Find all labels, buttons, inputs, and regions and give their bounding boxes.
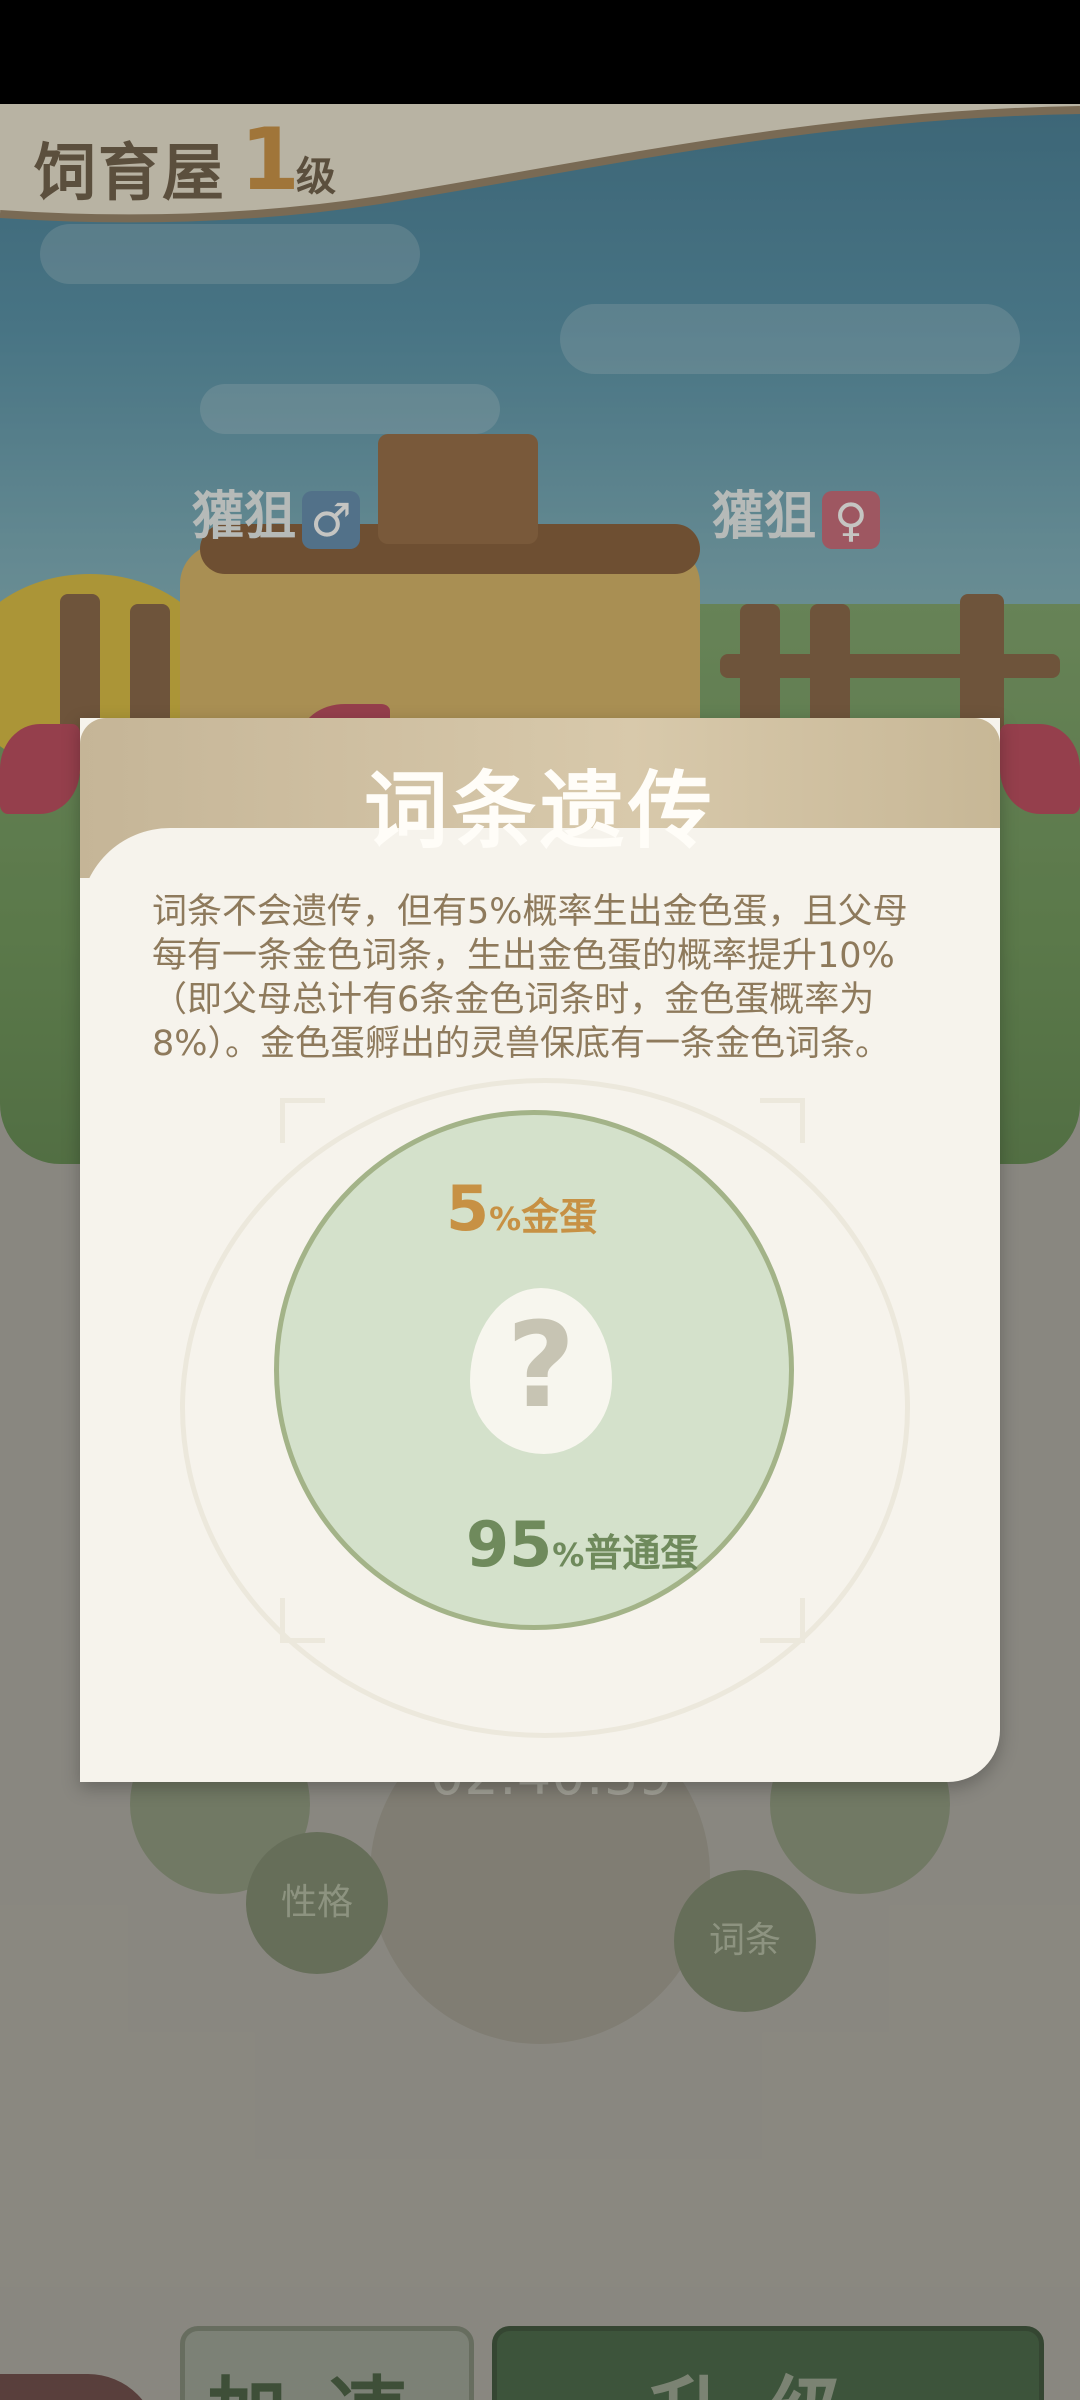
gold-egg-probability: 5%金蛋: [446, 1172, 597, 1245]
gold-egg-percent-symbol: %: [489, 1200, 522, 1238]
gold-egg-percent: 5: [446, 1172, 490, 1245]
dialog-title: 词条遗传: [363, 761, 716, 860]
corner-ornament: [760, 1598, 805, 1643]
corner-ornament: [280, 1098, 325, 1143]
normal-egg-percent: 95: [466, 1508, 553, 1581]
corner-ornament: [760, 1098, 805, 1143]
trait-inheritance-dialog: 词条遗传 词条不会遗传，但有5%概率生出金色蛋，且父母每有一条金色词条，生出金色…: [80, 718, 1000, 1782]
normal-egg-probability: 95%普通蛋: [466, 1508, 698, 1581]
gold-egg-label: 金蛋: [521, 1195, 598, 1239]
corner-ornament: [280, 1598, 325, 1643]
normal-egg-label: 普通蛋: [584, 1531, 699, 1575]
normal-egg-percent-symbol: %: [552, 1536, 585, 1574]
question-mark: ?: [506, 1296, 576, 1434]
status-bar: [0, 0, 1080, 104]
dialog-description: 词条不会遗传，但有5%概率生出金色蛋，且父母每有一条金色词条，生出金色蛋的概率提…: [152, 892, 908, 1064]
